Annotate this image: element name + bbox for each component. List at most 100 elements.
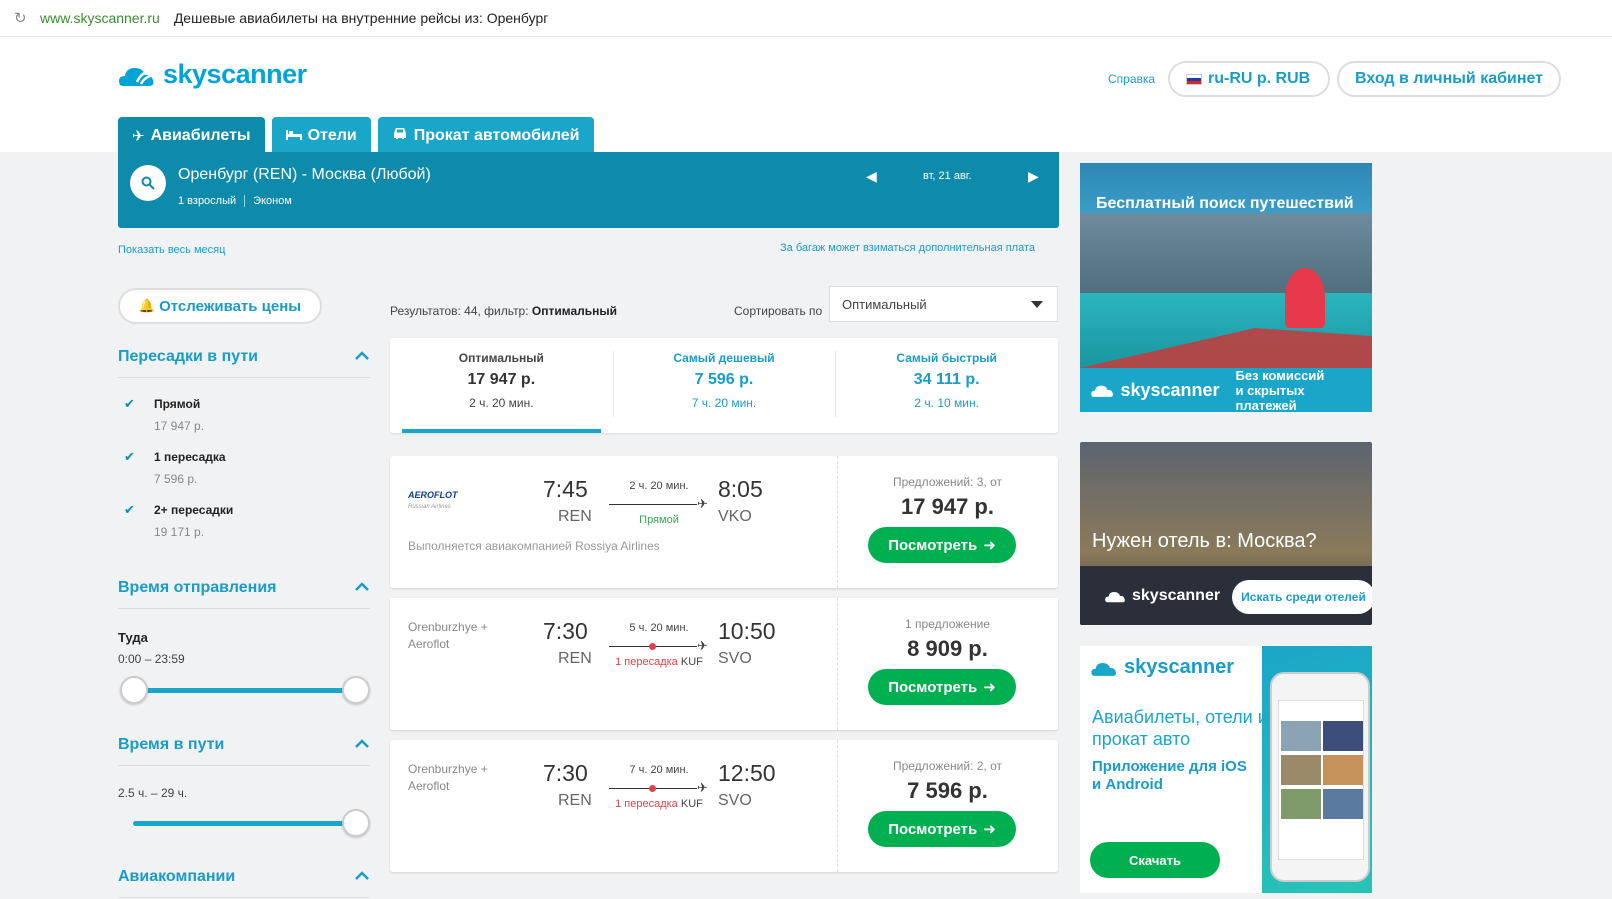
airlines-filter-header[interactable]: Авиакомпании [118,868,370,898]
duration-slider-track[interactable] [133,821,355,826]
airline-logo-text: AEROFLOT [408,490,458,500]
locale-button[interactable]: ru-RU р. RUB [1168,61,1330,97]
locale-label: ru-RU р. RUB [1208,70,1311,87]
ad-subheadline: Приложение для iOS и Android [1092,758,1247,793]
departure-slider-min-handle[interactable] [120,676,148,704]
ad-image-mountains [1080,213,1372,303]
duration-filter-header[interactable]: Время в пути [118,736,370,766]
cloud-sun-icon [1091,662,1117,676]
reload-icon[interactable]: ↻ [14,9,40,27]
ad-logo-wordmark: skyscanner [1124,656,1235,678]
flight-duration: 5 ч. 20 мин. [629,622,689,634]
show-whole-month-link[interactable]: Показать весь месяц [118,244,225,256]
flight-result-card[interactable]: Orenburzhye + Aeroflot 7:30 REN 7 ч. 20 … [390,740,1058,872]
tab-hotels[interactable]: Отели [271,117,371,154]
operated-by: Выполняется авиакомпанией Rossiya Airlin… [408,539,660,553]
ad-tagline: Без комиссий и скрытых платежей [1236,368,1362,413]
chevron-up-icon[interactable] [354,868,370,884]
chevron-up-icon[interactable] [354,736,370,752]
arrival-time: 8:05 [718,476,763,502]
checkmark-icon[interactable]: ✔ [124,502,140,518]
view-flight-button[interactable]: Посмотреть ➜ [868,811,1016,847]
caret-down-icon [1031,301,1043,308]
stop-dot [649,643,656,650]
screen-tile [1281,721,1321,751]
chevron-up-icon[interactable] [354,579,370,595]
offers-count: Предложений: 3, от [892,475,1003,489]
ad-hotel-moscow[interactable]: Нужен отель в: Москва? skyscanner Искать… [1080,442,1372,625]
ad-image-person [1285,268,1325,328]
ad-title: Бесплатный поиск путешествий [1096,195,1354,212]
ad-title: Нужен отель в: Москва? [1092,530,1317,552]
baggage-fee-link[interactable]: За багаж может взиматься дополнительная … [780,242,1035,254]
login-button[interactable]: Вход в личный кабинет [1337,61,1561,97]
ad-mobile-app[interactable]: skyscanner Авиабилеты, отели и прокат ав… [1080,646,1372,893]
help-link[interactable]: Справка [1108,72,1155,86]
departure-slider-track[interactable] [133,688,355,693]
route-line [609,643,697,650]
track-prices-button[interactable]: 🔔 Отслеживать цены [118,288,322,324]
search-summary-bar[interactable]: Оренбург (REN) - Москва (Любой) 1 взросл… [118,152,1059,228]
stop-option-direct[interactable]: ✔ Прямой 17 947 р. [124,396,364,433]
duration-slider-max-handle[interactable] [342,809,370,837]
stop-option-two-plus[interactable]: ✔ 2+ пересадки 19 171 р. [124,502,364,539]
tab-flights[interactable]: ✈ Авиабилеты [118,117,265,154]
view-flight-button[interactable]: Посмотреть ➜ [868,669,1016,705]
plane-icon: ✈ [697,638,708,653]
flight-result-card[interactable]: Orenburzhye + Aeroflot 7:30 REN 5 ч. 20 … [390,598,1058,730]
ad-free-travel-search[interactable]: Бесплатный поиск путешествий skyscanner … [1080,163,1372,412]
view-button-label: Посмотреть [888,536,978,554]
screen-tile [1281,789,1321,819]
sort-tab-duration: 2 ч. 10 мин. [914,396,979,410]
arrival-airport: SVO [718,792,752,809]
stop-option-label: 2+ пересадки [154,503,234,517]
flight-duration: 7 ч. 20 мин. [629,764,689,776]
download-app-button[interactable]: Скачать [1090,842,1220,878]
view-button-label: Посмотреть [888,820,978,838]
sort-tab-label: Самый дешевый [673,351,775,365]
screen-tile [1281,755,1321,785]
view-flight-button[interactable]: Посмотреть ➜ [868,527,1016,563]
search-hotels-button[interactable]: Искать среди отелей [1232,580,1372,614]
flight-result-card[interactable]: AEROFLOT Russian Airlines Выполняется ав… [390,456,1058,588]
flight-duration: 2 ч. 20 мин. [629,480,689,492]
tab-car-hire[interactable]: Прокат автомобилей [377,117,594,154]
tab-car-hire-label: Прокат автомобилей [413,126,580,144]
sort-tab-price: 7 596 р. [694,371,754,388]
departure-time: 7:30 [543,618,588,644]
ad-logo-wordmark: skyscanner [1120,379,1220,400]
departure-slider-max-handle[interactable] [342,676,370,704]
ad-footer: skyscanner Искать среди отелей [1080,566,1372,625]
checkmark-icon[interactable]: ✔ [124,396,140,412]
plane-icon: ✈ [697,496,708,511]
ad-logo: skyscanner [1090,656,1234,679]
prev-date-arrow-icon[interactable]: ◀ [866,168,877,185]
stop-airport: KUF [680,656,703,668]
departure-airport: REN [558,508,592,525]
sort-tab-fastest[interactable]: Самый быстрый 34 111 р. 2 ч. 10 мин. [835,338,1058,433]
ad-tagline-line2: и скрытых платежей [1235,382,1305,413]
departure-time: 7:45 [543,476,588,502]
next-date-arrow-icon[interactable]: ▶ [1028,168,1039,185]
duration-filter-title: Время в пути [118,736,225,753]
checkmark-icon[interactable]: ✔ [124,449,140,465]
site-header: skyscanner Справка ru-RU р. RUB Вход в л… [0,37,1612,154]
sort-tab-cheapest[interactable]: Самый дешевый 7 596 р. 7 ч. 20 мин. [612,338,836,433]
browser-url-bar: ↻ www.skyscanner.ru Дешевые авиабилеты н… [0,0,1612,37]
url-domain[interactable]: www.skyscanner.ru [40,10,160,26]
sort-tab-best[interactable]: Оптимальный 17 947 р. 2 ч. 20 мин. [390,338,613,433]
passengers-label: 1 взрослый [178,195,237,207]
sort-dropdown[interactable]: Оптимальный [829,286,1058,322]
departure-filter-header[interactable]: Время отправления [118,579,370,609]
sort-tab-duration: 2 ч. 20 мин. [469,396,534,410]
stop-option-one[interactable]: ✔ 1 пересадка 7 596 р. [124,449,364,486]
screen-tile [1323,789,1363,819]
arrival-airport: VKO [718,508,752,525]
ad-logo-wordmark: skyscanner [1132,586,1221,604]
chevron-up-icon[interactable] [354,348,370,364]
search-button[interactable] [130,165,166,201]
stops-count: 1 пересадка [615,656,678,668]
skyscanner-logo[interactable]: skyscanner [117,59,307,90]
sort-tab-price: 17 947 р. [467,371,536,388]
stops-filter-header[interactable]: Пересадки в пути [118,348,370,378]
